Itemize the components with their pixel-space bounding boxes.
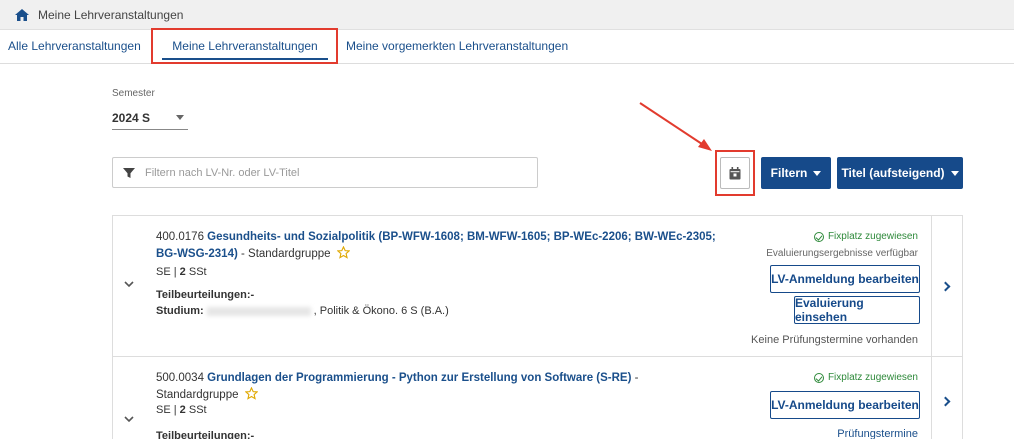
sort-button-label: Titel (aufsteigend) [841, 166, 945, 180]
status-text: Fixplatz zugewiesen [827, 231, 918, 242]
chevron-down-icon[interactable] [123, 278, 135, 290]
course-card: 500.0034 Grundlagen der Programmierung -… [112, 356, 963, 439]
course-number: 400.0176 [156, 231, 204, 243]
breadcrumb-bar: Meine Lehrveranstaltungen [0, 0, 1014, 30]
course-sst-value: 2 [179, 266, 186, 278]
chevron-right-icon [940, 396, 951, 406]
course-type: SE | 2 SSt [156, 266, 207, 278]
breadcrumb-title: Meine Lehrveranstaltungen [38, 7, 184, 22]
status-text: Fixplatz zugewiesen [827, 372, 918, 383]
edit-registration-button[interactable]: LV-Anmeldung bearbeiten [770, 265, 920, 293]
check-circle-icon [813, 231, 824, 242]
exam-note: Keine Prüfungstermine vorhanden [751, 334, 918, 346]
evaluation-note: Evaluierungsergebnisse verfügbar [766, 248, 918, 259]
semester-label: Semester [112, 88, 155, 99]
course-group-dash: - [634, 372, 639, 384]
filter-button[interactable]: Filtern [761, 157, 831, 189]
course-detail-link[interactable] [931, 216, 962, 356]
filter-input[interactable] [145, 166, 525, 179]
home-icon[interactable] [14, 8, 30, 22]
chevron-down-icon [176, 115, 184, 120]
course-detail-link[interactable] [931, 357, 962, 439]
annotation-highlight-calendar [715, 150, 755, 196]
semester-value: 2024 S [112, 110, 151, 125]
course-number: 500.0034 [156, 372, 204, 384]
filter-field[interactable] [112, 157, 538, 188]
course-name-link[interactable]: Gesundheits- und Sozialpolitik (BP-WFW-1… [156, 231, 716, 260]
course-group: Standardgruppe [156, 389, 239, 401]
partial-grades: Teilbeurteilungen:- [156, 430, 255, 439]
course-card: 400.0176 Gesundheits- und Sozialpolitik … [112, 215, 963, 357]
course-title: 400.0176 Gesundheits- und Sozialpolitik … [156, 229, 716, 263]
filter-button-label: Filtern [770, 166, 808, 180]
course-sst-value: 2 [179, 404, 186, 416]
star-icon[interactable] [244, 387, 258, 400]
course-name-link[interactable]: Grundlagen der Programmierung - Python z… [207, 372, 631, 384]
course-sst-unit: SSt [188, 266, 207, 278]
redacted-text [206, 306, 311, 316]
status-badge: Fixplatz zugewiesen [813, 372, 918, 383]
study-program: Studium: , Politik & Ökono. 6 S (B.A.) [156, 305, 449, 317]
exam-dates-link[interactable]: Prüfungstermine [837, 428, 918, 439]
sort-button[interactable]: Titel (aufsteigend) [837, 157, 963, 189]
view-evaluation-button[interactable]: Evaluierung einsehen [794, 296, 920, 324]
tab-all-courses[interactable]: Alle Lehrveranstaltungen [8, 30, 141, 63]
course-type-code: SE [156, 404, 171, 416]
chevron-down-icon [950, 170, 959, 176]
tab-marked-courses[interactable]: Meine vorgemerkten Lehrveranstaltungen [346, 30, 568, 63]
funnel-icon [123, 167, 135, 178]
annotation-highlight-tab [151, 28, 338, 64]
chevron-down-icon [813, 170, 822, 176]
course-sst-unit: SSt [188, 404, 207, 416]
course-title: 500.0034 Grundlagen der Programmierung -… [156, 370, 716, 404]
course-type-code: SE [156, 266, 171, 278]
chevron-right-icon [940, 281, 951, 291]
course-type: SE | 2 SSt [156, 404, 207, 416]
study-value: , Politik & Ökono. 6 S (B.A.) [313, 305, 449, 317]
course-group: - Standardgruppe [241, 248, 331, 260]
star-icon[interactable] [336, 246, 350, 259]
edit-registration-button[interactable]: LV-Anmeldung bearbeiten [770, 391, 920, 419]
chevron-down-icon[interactable] [123, 413, 135, 425]
status-badge: Fixplatz zugewiesen [813, 231, 918, 242]
check-circle-icon [813, 372, 824, 383]
semester-select[interactable]: 2024 S [112, 106, 188, 130]
study-label: Studium: [156, 305, 204, 317]
partial-grades: Teilbeurteilungen:- [156, 289, 255, 301]
